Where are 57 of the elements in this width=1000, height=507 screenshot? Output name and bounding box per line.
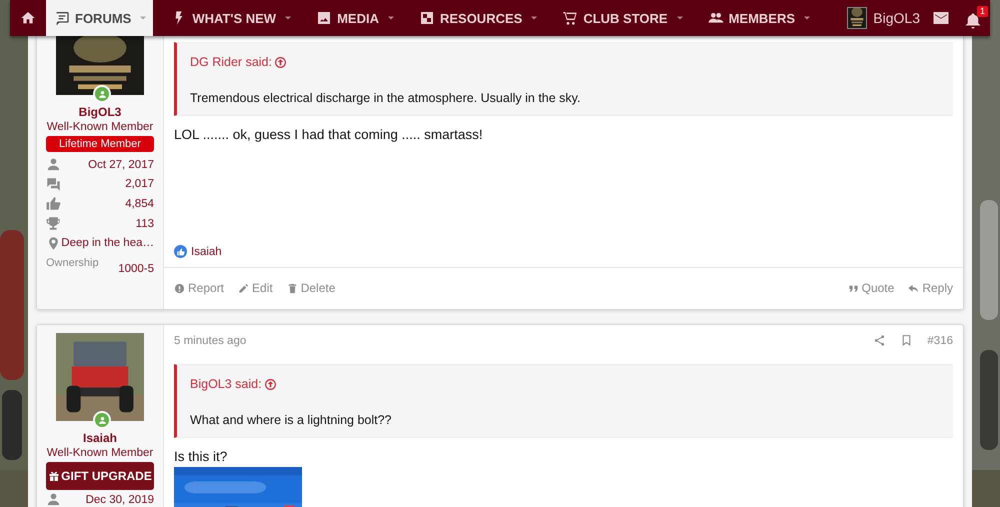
thumbs-up-icon bbox=[46, 196, 61, 212]
account-name: BigOL3 bbox=[873, 10, 920, 26]
quote-author-link[interactable]: DG Rider said: bbox=[190, 55, 287, 69]
username-link[interactable]: BigOL3 bbox=[78, 105, 122, 119]
pencil-icon bbox=[238, 282, 250, 294]
like-icon bbox=[174, 245, 187, 258]
inbox-button[interactable] bbox=[932, 9, 950, 27]
arrow-circle-icon bbox=[264, 378, 277, 390]
field-label: Ownership bbox=[46, 256, 99, 271]
box-icon bbox=[418, 10, 435, 26]
quote-text: Tremendous electrical discharge in the atmosphere. Usually in the sky. bbox=[189, 90, 582, 107]
share-icon bbox=[873, 334, 886, 347]
account-link[interactable]: BigOL3 bbox=[847, 7, 920, 29]
person-icon bbox=[46, 492, 61, 507]
nav-tab[interactable]: CLUB STORE bbox=[554, 0, 674, 36]
gift-icon bbox=[48, 470, 60, 482]
stat-value: 113 bbox=[134, 218, 154, 230]
quote-author-link[interactable]: BigOL3 said: bbox=[190, 377, 277, 391]
nav-tab[interactable]: WHAT'S NEW bbox=[163, 0, 282, 36]
alert-badge: 1 bbox=[976, 6, 988, 17]
home-icon bbox=[20, 10, 36, 26]
field-value: 1000-5 bbox=[118, 262, 154, 275]
quote-text: What and where is a lightning bolt?? bbox=[189, 412, 393, 429]
user-title: Well-Known Member bbox=[46, 447, 154, 459]
reaction-user-link[interactable]: Isaiah bbox=[191, 246, 222, 258]
stat-value: Oct 27, 2017 bbox=[87, 158, 154, 171]
person-icon bbox=[46, 157, 61, 172]
bell-icon bbox=[964, 12, 982, 30]
trophy-icon bbox=[46, 216, 61, 232]
post-text: Is this it? bbox=[174, 448, 228, 466]
trash-icon bbox=[286, 282, 298, 294]
stat-value: Dec 30, 2019 bbox=[84, 494, 154, 506]
stat-value: Deep in the hea… bbox=[61, 237, 154, 250]
pin-icon bbox=[46, 236, 61, 251]
stat-value: 2,017 bbox=[124, 178, 154, 190]
alert-icon bbox=[174, 282, 185, 294]
bookmark-icon bbox=[900, 334, 914, 347]
envelope-icon bbox=[932, 9, 950, 27]
member-badge: Lifetime Member bbox=[46, 136, 154, 152]
nav-tab[interactable]: RESOURCES bbox=[410, 0, 528, 36]
alerts-button[interactable]: 1 bbox=[964, 6, 988, 30]
chat-icon bbox=[46, 176, 61, 192]
user-title: Well-Known Member bbox=[46, 121, 154, 133]
gift-upgrade-button[interactable]: GIFT UPGRADE bbox=[46, 462, 154, 490]
bookmark-button[interactable] bbox=[900, 334, 914, 347]
share-button[interactable] bbox=[873, 334, 886, 347]
stat-value: 4,854 bbox=[124, 198, 154, 210]
nav-tab[interactable]: MEMBERS bbox=[700, 0, 802, 36]
chat-icon bbox=[54, 10, 70, 26]
reply-icon bbox=[908, 282, 920, 294]
nav-tab[interactable]: MEDIA bbox=[308, 0, 385, 36]
arrow-circle-icon bbox=[274, 56, 287, 68]
image-icon bbox=[316, 10, 332, 26]
post-text: LOL ....... ok, guess I had that coming ..... smartass! bbox=[174, 126, 484, 144]
cart-icon bbox=[562, 10, 578, 26]
username-link[interactable]: Isaiah bbox=[82, 431, 118, 445]
nav-tab[interactable]: FORUMS bbox=[46, 0, 138, 36]
